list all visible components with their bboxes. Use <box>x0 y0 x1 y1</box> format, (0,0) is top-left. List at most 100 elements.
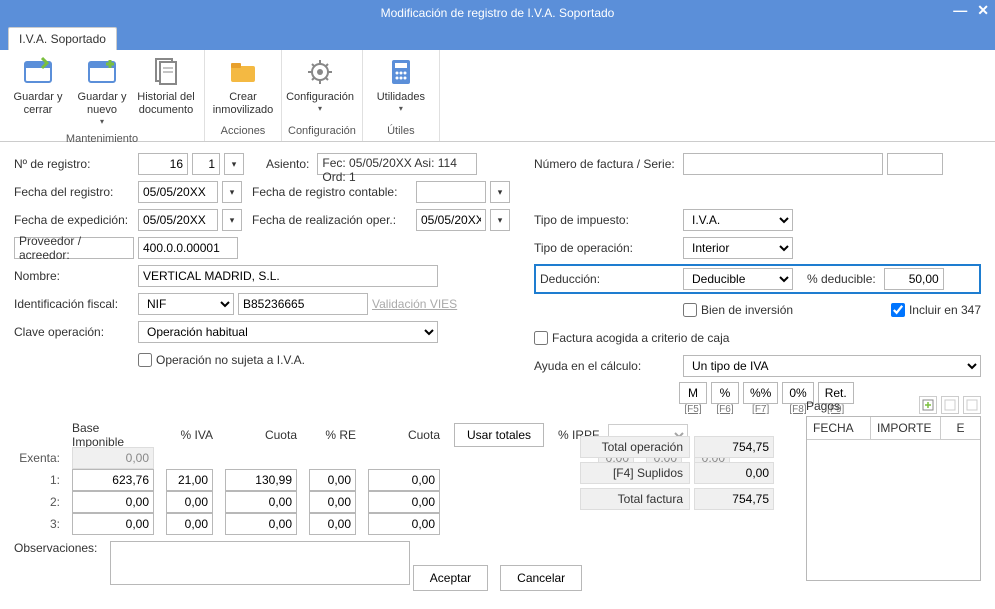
window-title: Modificación de registro de I.V.A. Sopor… <box>381 6 615 20</box>
label: Asiento: <box>266 157 313 171</box>
label: Clave operación: <box>14 325 134 339</box>
pct-deducible-input[interactable] <box>884 268 944 290</box>
group-label: Útiles <box>369 123 433 141</box>
group-label: Mantenimiento <box>6 131 198 149</box>
id-fiscal-num-input[interactable] <box>238 293 368 315</box>
r1-cuota-input[interactable] <box>225 469 297 491</box>
serie-input[interactable] <box>887 153 943 175</box>
bien-inversion-checkbox[interactable]: Bien de inversión <box>683 303 793 317</box>
clave-op-select[interactable]: Operación habitual <box>138 321 438 343</box>
num-factura-input[interactable] <box>683 153 883 175</box>
r2-pre-input[interactable] <box>309 491 356 513</box>
save-close-icon <box>22 56 54 88</box>
asiento-display: Fec: 05/05/20XX Asi: 114 Ord: 1 <box>317 153 477 175</box>
r3-cuota2-input[interactable] <box>368 513 440 535</box>
op-no-sujeta-checkbox[interactable]: Operación no sujeta a I.V.A. <box>138 353 305 367</box>
factura-caja-checkbox[interactable]: Factura acogida a criterio de caja <box>534 331 729 345</box>
label: % deducible: <box>807 272 880 286</box>
r2-cuota2-input[interactable] <box>368 491 440 513</box>
r1-pre-input[interactable] <box>309 469 356 491</box>
r1-cuota2-input[interactable] <box>368 469 440 491</box>
r2-cuota-input[interactable] <box>225 491 297 513</box>
folder-icon <box>227 56 259 88</box>
label: Fecha de registro contable: <box>252 185 412 199</box>
m-button[interactable]: M <box>679 382 707 404</box>
label: Proveedor / acreedor: <box>14 237 134 259</box>
r1-base-input[interactable] <box>72 469 154 491</box>
label: Número de factura / Serie: <box>534 157 679 171</box>
r3-piva-input[interactable] <box>166 513 213 535</box>
r3-base-input[interactable] <box>72 513 154 535</box>
ribbon: Guardar y cerrar Guardar y nuevo ▾ Histo… <box>0 50 995 142</box>
title-bar: Modificación de registro de I.V.A. Sopor… <box>0 0 995 26</box>
n-registro-sub-input[interactable] <box>192 153 220 175</box>
fecha-reg-cont-input[interactable] <box>416 181 486 203</box>
r2-base-input[interactable] <box>72 491 154 513</box>
historial-button[interactable]: Historial del documento <box>134 52 198 131</box>
label: Identificación fiscal: <box>14 297 134 311</box>
fecha-registro-input[interactable] <box>138 181 218 203</box>
validacion-vies-link[interactable]: Validación VIES <box>372 297 457 311</box>
date-button[interactable]: ▾ <box>222 181 242 203</box>
date-button[interactable]: ▾ <box>222 209 242 231</box>
col-e: E <box>941 417 980 439</box>
configuracion-button[interactable]: Configuración ▾ <box>288 52 352 123</box>
total-factura <box>694 488 774 510</box>
chevron-down-icon: ▾ <box>318 104 322 114</box>
spin-button[interactable]: ▾ <box>224 153 244 175</box>
label: Tipo de operación: <box>534 241 679 255</box>
label: Ayuda en el cálculo: <box>534 359 679 373</box>
add-pago-icon[interactable] <box>919 396 937 414</box>
usar-totales-button[interactable]: Usar totales <box>454 423 544 447</box>
incluir-347-checkbox[interactable]: Incluir en 347 <box>891 303 981 317</box>
r2-piva-input[interactable] <box>166 491 213 513</box>
fecha-exped-input[interactable] <box>138 209 218 231</box>
minimize-button[interactable]: — <box>953 2 967 19</box>
proveedor-input[interactable] <box>138 237 238 259</box>
del-pago-icon[interactable] <box>963 396 981 414</box>
pagos-title: Pagos <box>806 399 840 413</box>
tipo-operacion-select[interactable]: Interior <box>683 237 793 259</box>
guardar-nuevo-button[interactable]: Guardar y nuevo ▾ <box>70 52 134 131</box>
label: Tipo de impuesto: <box>534 213 679 227</box>
pct-button[interactable]: % <box>711 382 739 404</box>
deduccion-select[interactable]: Deducible <box>683 268 793 290</box>
left-column: Nº de registro: ▾ Asiento: Fec: 05/05/20… <box>14 152 510 415</box>
edit-pago-icon[interactable] <box>941 396 959 414</box>
n-registro-input[interactable] <box>138 153 188 175</box>
pctpct-button[interactable]: %% <box>743 382 778 404</box>
save-new-icon <box>86 56 118 88</box>
r1-piva-input[interactable] <box>166 469 213 491</box>
date-button[interactable]: ▾ <box>490 181 510 203</box>
tab-strip: I.V.A. Soportado <box>0 26 995 50</box>
nombre-input[interactable] <box>138 265 438 287</box>
ayuda-calculo-select[interactable]: Un tipo de IVA <box>683 355 981 377</box>
r3-pre-input[interactable] <box>309 513 356 535</box>
tipo-impuesto-select[interactable]: I.V.A. <box>683 209 793 231</box>
label: Observaciones: <box>14 541 104 555</box>
crear-inmovilizado-button[interactable]: Crear inmovilizado <box>211 52 275 123</box>
utilidades-button[interactable]: Utilidades ▾ <box>369 52 433 123</box>
tab-iva-soportado[interactable]: I.V.A. Soportado <box>8 27 117 50</box>
close-button[interactable]: ✕ <box>977 2 989 19</box>
cancelar-button[interactable]: Cancelar <box>500 565 582 591</box>
document-history-icon <box>150 56 182 88</box>
calculator-icon <box>385 56 417 88</box>
fecha-real-input[interactable] <box>416 209 486 231</box>
aceptar-button[interactable]: Aceptar <box>413 565 488 591</box>
chevron-down-icon: ▾ <box>399 104 403 114</box>
right-column: Número de factura / Serie: Tipo de impue… <box>534 152 981 415</box>
pagos-table: FECHA IMPORTE E <box>806 416 981 581</box>
col-fecha: FECHA <box>807 417 871 439</box>
group-label: Acciones <box>211 123 275 141</box>
label: Nombre: <box>14 269 134 283</box>
r3-cuota-input[interactable] <box>225 513 297 535</box>
suplidos <box>694 462 774 484</box>
label: Fecha del registro: <box>14 185 134 199</box>
date-button[interactable]: ▾ <box>490 209 510 231</box>
id-fiscal-tipo-select[interactable]: NIF <box>138 293 234 315</box>
guardar-cerrar-button[interactable]: Guardar y cerrar <box>6 52 70 131</box>
col-importe: IMPORTE <box>871 417 941 439</box>
chevron-down-icon: ▾ <box>100 117 104 127</box>
gear-icon <box>304 56 336 88</box>
